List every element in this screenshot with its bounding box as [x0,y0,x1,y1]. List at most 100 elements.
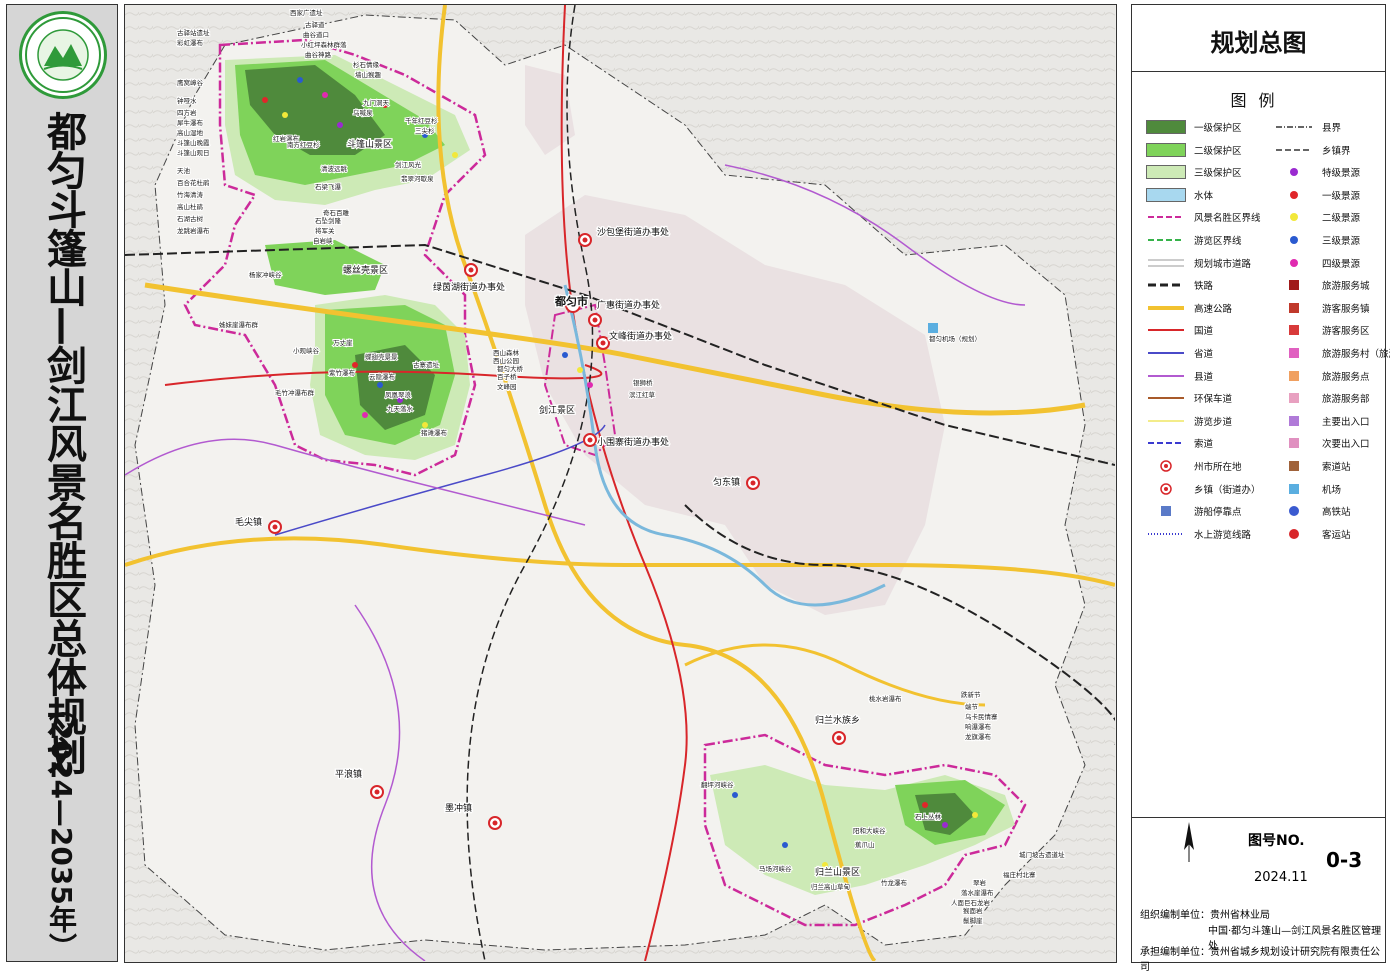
double-line-swatch [1146,256,1186,270]
svg-text:蕉爪山: 蕉爪山 [855,840,875,849]
svg-text:都匀机场（规划）: 都匀机场（规划） [929,334,981,343]
legend-item: 县道 [1146,366,1213,386]
legend-item-label: 游船停靠点 [1194,507,1242,519]
legend-item-label: 高铁站 [1322,507,1351,519]
circle-icon-swatch [1274,504,1314,518]
dot-line-swatch [1146,527,1186,541]
legend-item: 二级景源 [1274,207,1360,227]
legend-item: 铁路 [1146,275,1213,295]
legend-item: 县界 [1274,117,1341,137]
circle-icon-swatch [1274,527,1314,541]
legend-item: 州市所在地 [1146,456,1242,476]
fill-box-swatch [1146,142,1186,157]
square-icon-swatch [1274,482,1314,496]
svg-text:人面巨石龙岩: 人面巨石龙岩 [951,898,991,907]
legend-item-label: 旅游服务部 [1322,394,1370,406]
square-icon-swatch [1274,459,1314,473]
svg-text:南方红豆杉: 南方红豆杉 [287,140,320,149]
svg-text:竹海清涛: 竹海清涛 [177,190,204,199]
svg-text:西山公园: 西山公园 [493,356,519,365]
legend-item-label: 索道站 [1322,462,1351,473]
svg-text:落水崖瀑布: 落水崖瀑布 [961,888,994,897]
dash-line-swatch [1146,210,1186,224]
svg-text:归兰高山草甸: 归兰高山草甸 [811,882,850,891]
organizing-unit: 组织编制单位：贵州省林业局 [1140,910,1270,921]
svg-text:九天落水: 九天落水 [387,404,414,413]
svg-text:古驿站遗址: 古驿站遗址 [177,28,210,37]
legend-item: 二级保护区 [1146,140,1242,160]
label-wenfeng: 文峰街道办事处 [609,330,672,342]
legend-item: 一级景源 [1274,185,1360,205]
airport-icon [928,323,938,333]
legend-item-label: 客运站 [1322,529,1351,541]
label-guilanshuizu: 归兰水族乡 [815,714,860,726]
svg-text:都匀大桥: 都匀大桥 [497,364,524,373]
svg-text:曲谷神路: 曲谷神路 [305,50,332,59]
legend-item-label: 三级保护区 [1194,168,1242,180]
svg-text:剑江风光: 剑江风光 [395,160,422,169]
svg-text:阳和大峡谷: 阳和大峡谷 [853,826,886,835]
dot-swatch [1274,256,1314,270]
svg-text:杉石情缘: 杉石情缘 [353,60,380,69]
label-duyun: 都匀市 [554,294,588,308]
legend-item-label: 省道 [1194,349,1214,360]
label-shabaobao: 沙包堡街道办事处 [597,226,669,238]
legend-item-label: 次要出入口 [1322,439,1370,451]
legend-item-label: 旅游服务村（旅游服务中心） [1322,349,1390,360]
label-lvyinhu: 绿茵湖街道办事处 [433,281,505,293]
dot-swatch [1274,188,1314,202]
label-yundong: 匀东镇 [713,476,740,488]
target-circle-swatch [1146,459,1186,473]
svg-text:高山杜鹃: 高山杜鹃 [177,202,204,211]
legend-item: 高速公路 [1146,298,1232,318]
info-block: 图号NO. 0-3 2024.11 组织编制单位：贵州省林业局 中国·都匀斗篷山… [1132,817,1385,973]
legend-item: 游客服务区 [1274,320,1370,340]
svg-text:马场河峡谷: 马场河峡谷 [759,864,792,873]
svg-text:小红坪森林群落: 小红坪森林群落 [301,40,347,49]
svg-text:翡翠河歇泉: 翡翠河歇泉 [401,174,434,183]
drawing-number-label: 图号NO. [1248,833,1305,849]
legend-item: 游船停靠点 [1146,501,1242,521]
svg-text:猴面岩: 猴面岩 [963,906,983,915]
legend-item: 次要出入口 [1274,433,1370,453]
map-canvas[interactable]: 都匀市 沙包堡街道办事处 绿茵湖街道办事处 广惠街道办事处 文峰街道办事处 小围… [124,4,1117,963]
dash-dot-line-swatch [1274,120,1314,134]
svg-text:万丈崖: 万丈崖 [333,338,353,347]
legend-item: 游览步道 [1146,411,1232,431]
svg-text:文峰园: 文峰园 [497,382,517,391]
legend-item: 特级景源 [1274,162,1360,182]
label-area-guilan: 归兰山景区 [815,866,860,878]
svg-text:石梁飞瀑: 石梁飞瀑 [315,182,342,191]
fill-box-swatch [1146,187,1186,202]
svg-text:银狮桥: 银狮桥 [633,378,653,387]
svg-text:城门坡古遗道址: 城门坡古遗道址 [1019,850,1065,859]
svg-text:凤凰翠浪: 凤凰翠浪 [385,390,412,399]
legend-item-label: 国道 [1194,326,1214,338]
svg-text:云隐瀑布: 云隐瀑布 [369,372,396,381]
legend-item: 游客服务镇 [1274,298,1370,318]
legend-item-label: 县界 [1322,123,1342,134]
label-mochong: 墨冲镇 [445,802,472,814]
thick-line-swatch [1146,301,1186,315]
legend-item-label: 游客服务区 [1322,326,1370,338]
plan-years: （2024—2035年） [45,693,78,961]
svg-text:翻坪河峡谷: 翻坪河峡谷 [701,780,734,789]
legend-item-label: 乡镇界 [1322,145,1351,157]
legend-item: 乡镇（街道办） [1146,479,1261,499]
svg-text:石坠剑隆: 石坠剑隆 [315,216,342,225]
square-icon-swatch [1274,301,1314,315]
svg-text:杨家冲峡谷: 杨家冲峡谷 [249,270,282,279]
svg-text:乌喊泉: 乌喊泉 [353,108,373,117]
legend-item-label: 规划城市道路 [1194,258,1252,270]
plan-title: 都匀斗篷山—剑江风景名胜区总体规划 [40,111,86,774]
svg-text:西家广遗址: 西家广遗址 [290,8,323,17]
legend-item-label: 高速公路 [1194,303,1233,315]
label-xiaoweizhai: 小围寨街道办事处 [597,436,669,448]
svg-text:竹龙瀑布: 竹龙瀑布 [881,878,908,887]
legend-item: 旅游服务村（旅游服务中心） [1274,343,1390,363]
legend-item: 主要出入口 [1274,411,1370,431]
dot-swatch [1274,210,1314,224]
legend-item-label: 游览区界线 [1194,236,1242,247]
svg-text:奇石百雕: 奇石百雕 [323,208,350,217]
legend-item: 索道站 [1274,456,1351,476]
